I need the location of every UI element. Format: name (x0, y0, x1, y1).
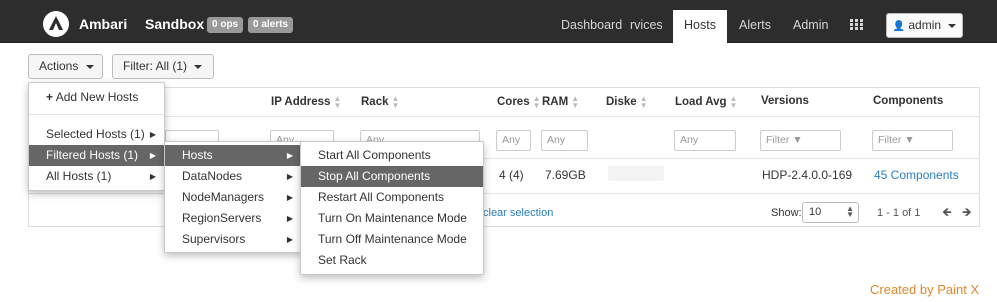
submenu-supervisors-item[interactable]: Supervisors ▶ (165, 229, 301, 250)
chevron-right-icon: ▶ (286, 172, 293, 181)
divider (29, 114, 164, 115)
chevron-right-icon: ▶ (149, 172, 156, 181)
cores-filter-input[interactable]: Any (496, 130, 531, 151)
chevron-right-icon: ▶ (149, 130, 156, 139)
submenu-regionservers-label: RegionServers (182, 211, 262, 225)
col-versions: Versions (761, 95, 809, 107)
col-cores[interactable]: Cores ▲ ▼ (497, 95, 541, 110)
submenu-datanodes-item[interactable]: DataNodes ▶ (165, 166, 301, 187)
submenu-datanodes-label: DataNodes (182, 169, 243, 183)
col-ip-address[interactable]: IP Address ▲ ▼ (271, 95, 341, 110)
set-rack-item[interactable]: Set Rack (301, 250, 483, 271)
cell-version: HDP-2.4.0.0-169 (762, 168, 853, 182)
nav-services[interactable]: rvices (630, 10, 663, 43)
filtered-hosts-submenu: Hosts ▶ DataNodes ▶ NodeManagers ▶ Regio… (164, 141, 302, 253)
sort-icon[interactable]: ▲ ▼ (730, 95, 738, 110)
submenu-supervisors-label: Supervisors (182, 232, 246, 246)
caret-down-icon (194, 64, 203, 69)
arrow-right-icon[interactable]: 🡺 (962, 203, 972, 224)
page-size-value: 10 (809, 206, 822, 218)
sort-icon[interactable]: ▲ ▼ (533, 95, 541, 110)
turn-on-maintenance-item[interactable]: Turn On Maintenance Mode (301, 208, 483, 229)
submenu-hosts-label: Hosts (182, 148, 213, 162)
caret-down-icon (85, 64, 94, 69)
brand-name[interactable]: Ambari (79, 16, 127, 32)
user-menu-button[interactable]: 👤 admin (886, 13, 963, 38)
sort-icon[interactable]: ▲ ▼ (392, 95, 400, 110)
nav-admin[interactable]: Admin (793, 10, 828, 43)
ops-badge[interactable]: 0 ops (207, 17, 244, 33)
sort-icon[interactable]: ▲ ▼ (333, 95, 341, 110)
actions-label: Actions (39, 59, 79, 73)
versions-filter-select[interactable]: Filter ▼ (760, 130, 841, 151)
nav-hosts[interactable]: Hosts (673, 10, 727, 43)
chevron-right-icon: ▶ (286, 193, 293, 202)
page-size-select[interactable]: 10 ▲ ▼ (802, 202, 859, 223)
divider (29, 116, 979, 117)
user-name: admin (908, 18, 942, 32)
add-new-hosts-item[interactable]: + Add New Hosts (29, 87, 138, 108)
filter-icon: ▼ (904, 134, 915, 146)
col-load-avg[interactable]: Load Avg ▲ ▼ (675, 95, 738, 110)
cell-ram: 7.69GB (545, 168, 586, 182)
all-hosts-label: All Hosts (1) (46, 169, 112, 183)
watermark: Created by Paint X (870, 282, 980, 297)
ram-filter-input[interactable]: Any (541, 130, 588, 151)
nav-dashboard[interactable]: Dashboard (561, 10, 622, 43)
col-disk[interactable]: Diske ▲ ▼ (606, 95, 648, 110)
add-new-hosts-label: Add New Hosts (55, 90, 139, 104)
nav-alerts[interactable]: Alerts (739, 10, 771, 43)
col-rack[interactable]: Rack ▲ ▼ (361, 95, 400, 110)
filtered-hosts-label: Filtered Hosts (1) (46, 148, 139, 162)
selected-hosts-item[interactable]: Selected Hosts (1) ▶ (29, 124, 164, 145)
sort-icon[interactable]: ▲ ▼ (571, 95, 579, 110)
submenu-hosts-item[interactable]: Hosts ▶ (165, 145, 301, 166)
submenu-nodemanagers-label: NodeManagers (182, 190, 265, 204)
filter-button[interactable]: Filter: All (1) (112, 54, 214, 79)
actions-menu: + Add New Hosts Selected Hosts (1) ▶ Fil… (28, 82, 165, 191)
chevron-right-icon: ▶ (286, 151, 293, 160)
chevron-right-icon: ▶ (286, 214, 293, 223)
arrow-left-icon[interactable]: 🡸 (942, 203, 952, 224)
stop-all-components-item[interactable]: Stop All Components (301, 166, 483, 187)
filtered-hosts-item[interactable]: Filtered Hosts (1) ▶ (29, 145, 164, 166)
show-label: Show: (771, 207, 802, 219)
top-navbar: Ambari Sandbox 0 ops 0 alerts Dashboard … (0, 0, 997, 43)
components-filter-select[interactable]: Filter ▼ (872, 130, 953, 151)
start-all-components-item[interactable]: Start All Components (301, 145, 483, 166)
hosts-actions-submenu: Start All Components Stop All Components… (300, 141, 484, 275)
load-avg-filter-input[interactable]: Any (674, 130, 736, 151)
ambari-logo-icon[interactable] (43, 11, 69, 37)
restart-all-components-item[interactable]: Restart All Components (301, 187, 483, 208)
filter-icon: ▼ (792, 134, 803, 146)
grid-icon[interactable] (850, 19, 864, 31)
sort-icon[interactable]: ▲ ▼ (640, 95, 648, 110)
select-arrows-icon: ▲ ▼ (846, 204, 854, 219)
col-components: Components (873, 95, 944, 107)
caret-down-icon (948, 23, 957, 28)
turn-off-maintenance-item[interactable]: Turn Off Maintenance Mode (301, 229, 483, 250)
selected-hosts-label: Selected Hosts (1) (46, 127, 145, 141)
actions-button[interactable]: Actions (28, 54, 103, 79)
col-ram[interactable]: RAM ▲ ▼ (542, 95, 579, 110)
all-hosts-item[interactable]: All Hosts (1) ▶ (29, 166, 164, 187)
chevron-right-icon: ▶ (286, 235, 293, 244)
alerts-badge[interactable]: 0 alerts (248, 17, 294, 33)
user-icon: 👤 (892, 21, 906, 32)
filter-value: All (1) (155, 59, 188, 73)
submenu-regionservers-item[interactable]: RegionServers ▶ (165, 208, 301, 229)
cell-cores: 4 (4) (499, 168, 524, 182)
disk-usage-bar (608, 166, 664, 181)
plus-icon: + (46, 90, 54, 104)
components-link[interactable]: 45 Components (874, 168, 959, 182)
cluster-name[interactable]: Sandbox (145, 16, 204, 32)
clear-selection-link[interactable]: clear selection (483, 207, 553, 219)
submenu-nodemanagers-item[interactable]: NodeManagers ▶ (165, 187, 301, 208)
chevron-right-icon: ▶ (149, 151, 156, 160)
filter-label: Filter: (123, 59, 153, 73)
page-info: 1 - 1 of 1 (877, 207, 921, 219)
